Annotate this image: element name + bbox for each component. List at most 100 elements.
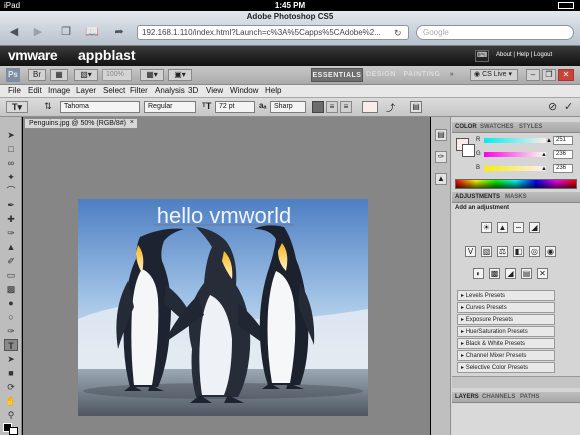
- curves-adjust-icon[interactable]: ∽: [513, 222, 524, 233]
- character-panel-icon[interactable]: ▤: [410, 101, 422, 113]
- preset-curves[interactable]: ▸ Curves Presets: [457, 302, 555, 313]
- preset-selective-color[interactable]: ▸ Selective Color Presets: [457, 362, 555, 373]
- channel-b-value[interactable]: 236: [553, 164, 573, 173]
- levels-adjust-icon[interactable]: ▲: [497, 222, 508, 233]
- reload-icon[interactable]: ↻: [394, 28, 402, 39]
- color-balance-icon[interactable]: ⚖: [497, 246, 508, 257]
- tab-layers[interactable]: LAYERS: [455, 394, 479, 400]
- preset-channel-mixer[interactable]: ▸ Channel Mixer Presets: [457, 350, 555, 361]
- image-canvas[interactable]: hello vmworld: [78, 199, 368, 416]
- menu-3d[interactable]: 3D: [188, 86, 198, 95]
- channel-g-value[interactable]: 236: [553, 150, 573, 159]
- crop-tool-icon[interactable]: ⌒: [4, 185, 18, 197]
- menu-view[interactable]: View: [206, 86, 223, 95]
- zoom-tool-icon[interactable]: ⚲: [4, 409, 18, 421]
- menu-analysis[interactable]: Analysis: [155, 86, 185, 95]
- document-close-icon[interactable]: ×: [130, 119, 134, 126]
- blur-tool-icon[interactable]: ●: [4, 297, 18, 309]
- more-workspaces-icon[interactable]: »: [446, 68, 458, 82]
- gradient-tool-icon[interactable]: ▩: [4, 283, 18, 295]
- channel-g-slider[interactable]: [484, 152, 546, 157]
- commit-icon[interactable]: ✓: [564, 100, 573, 113]
- tab-swatches[interactable]: SWATCHES: [480, 124, 514, 130]
- black-white-adjust-icon[interactable]: ◧: [513, 246, 524, 257]
- align-left-icon[interactable]: [312, 101, 324, 113]
- menu-select[interactable]: Select: [103, 86, 125, 95]
- channel-b-thumb[interactable]: ▲: [541, 166, 547, 173]
- zoom-level[interactable]: 100%: [102, 69, 132, 81]
- eyedropper-tool-icon[interactable]: ✒: [4, 199, 18, 211]
- move-tool-icon[interactable]: ➤: [4, 129, 18, 141]
- color-ramp[interactable]: [455, 179, 577, 189]
- forward-icon[interactable]: ▶: [30, 26, 46, 39]
- minibridge-icon[interactable]: ▦: [50, 69, 68, 81]
- preset-exposure[interactable]: ▸ Exposure Presets: [457, 314, 555, 325]
- warp-text-icon[interactable]: ⤴: [386, 101, 395, 114]
- channel-r-value[interactable]: 251: [553, 136, 573, 145]
- brush-panel-icon[interactable]: ✑: [435, 151, 447, 163]
- channel-b-slider[interactable]: [484, 166, 546, 171]
- menu-image[interactable]: Image: [48, 86, 70, 95]
- clone-source-panel-icon[interactable]: ▲: [435, 173, 447, 185]
- workspace-essentials[interactable]: ESSENTIALS: [311, 68, 363, 82]
- type-tool-icon[interactable]: T: [4, 339, 18, 351]
- screen-mode-icon[interactable]: ▣▾: [168, 69, 192, 81]
- bookmarks-icon[interactable]: 📖: [84, 26, 100, 39]
- tab-color[interactable]: COLOR: [455, 124, 477, 130]
- history-panel-icon[interactable]: ▤: [435, 129, 447, 141]
- text-orientation-icon[interactable]: ⇅: [42, 101, 54, 113]
- tab-styles[interactable]: STYLES: [519, 124, 542, 130]
- menu-edit[interactable]: Edit: [28, 86, 42, 95]
- gradient-map-icon[interactable]: ▤: [521, 268, 532, 279]
- canvas-text-layer[interactable]: hello vmworld: [157, 203, 292, 228]
- search-field[interactable]: Google: [416, 25, 574, 40]
- type-tool-preset-icon[interactable]: T▾: [6, 101, 28, 113]
- workspace-design[interactable]: DESIGN: [364, 68, 398, 82]
- history-brush-tool-icon[interactable]: ✐: [4, 255, 18, 267]
- brush-tool-icon[interactable]: ✑: [4, 227, 18, 239]
- menu-window[interactable]: Window: [230, 86, 258, 95]
- text-color-swatch[interactable]: [362, 101, 378, 113]
- hand-tool-icon[interactable]: ✋: [4, 395, 18, 407]
- menu-filter[interactable]: Filter: [130, 86, 148, 95]
- view-extras-icon[interactable]: ▧▾: [74, 69, 98, 81]
- channel-mixer-icon[interactable]: ◉: [545, 246, 556, 257]
- bridge-icon[interactable]: Br: [28, 69, 46, 81]
- menu-layer[interactable]: Layer: [76, 86, 96, 95]
- dodge-tool-icon[interactable]: ○: [4, 311, 18, 323]
- keyboard-icon[interactable]: ⌨: [475, 50, 489, 62]
- workspace-painting[interactable]: PAINTING: [402, 68, 442, 82]
- font-family-select[interactable]: Tahoma: [60, 101, 140, 113]
- channel-r-slider[interactable]: [484, 138, 546, 143]
- path-select-tool-icon[interactable]: ➤: [4, 353, 18, 365]
- tabs-icon[interactable]: ❐: [58, 26, 74, 39]
- hue-saturation-icon[interactable]: ▧: [481, 246, 492, 257]
- tab-paths[interactable]: PATHS: [520, 394, 539, 400]
- close-icon[interactable]: ✕: [558, 69, 574, 81]
- eraser-tool-icon[interactable]: ▭: [4, 269, 18, 281]
- font-size-select[interactable]: 72 pt: [215, 101, 255, 113]
- preset-black-white[interactable]: ▸ Black & White Presets: [457, 338, 555, 349]
- arrange-icon[interactable]: ▦▾: [140, 69, 164, 81]
- address-bar[interactable]: 192.168.1.110/index.html?Launch=c%3A%5Ca…: [137, 25, 409, 40]
- background-color-swatch[interactable]: [9, 427, 18, 435]
- align-center-icon[interactable]: ≡: [326, 101, 338, 113]
- menu-file[interactable]: File: [8, 86, 21, 95]
- preset-hue-saturation[interactable]: ▸ Hue/Saturation Presets: [457, 326, 555, 337]
- posterize-adjust-icon[interactable]: ▩: [489, 268, 500, 279]
- invert-adjust-icon[interactable]: ◐: [473, 268, 484, 279]
- brightness-contrast-icon[interactable]: ☀: [481, 222, 492, 233]
- document-tab[interactable]: Penguins.jpg @ 50% (RGB/8#) ×: [24, 118, 138, 129]
- share-icon[interactable]: ➦: [111, 26, 127, 39]
- quick-select-tool-icon[interactable]: ✦: [4, 171, 18, 183]
- lasso-tool-icon[interactable]: ∞: [4, 157, 18, 169]
- stamp-tool-icon[interactable]: ▲: [4, 241, 18, 253]
- back-icon[interactable]: ◀: [6, 26, 22, 39]
- tab-channels[interactable]: CHANNELS: [482, 394, 515, 400]
- pen-tool-icon[interactable]: ✑: [4, 325, 18, 337]
- threshold-adjust-icon[interactable]: ◢: [505, 268, 516, 279]
- channel-r-thumb[interactable]: ▲: [546, 138, 552, 145]
- vibrance-adjust-icon[interactable]: V: [465, 246, 476, 257]
- align-right-icon[interactable]: ≡: [340, 101, 352, 113]
- cancel-icon[interactable]: ⊘: [548, 100, 557, 113]
